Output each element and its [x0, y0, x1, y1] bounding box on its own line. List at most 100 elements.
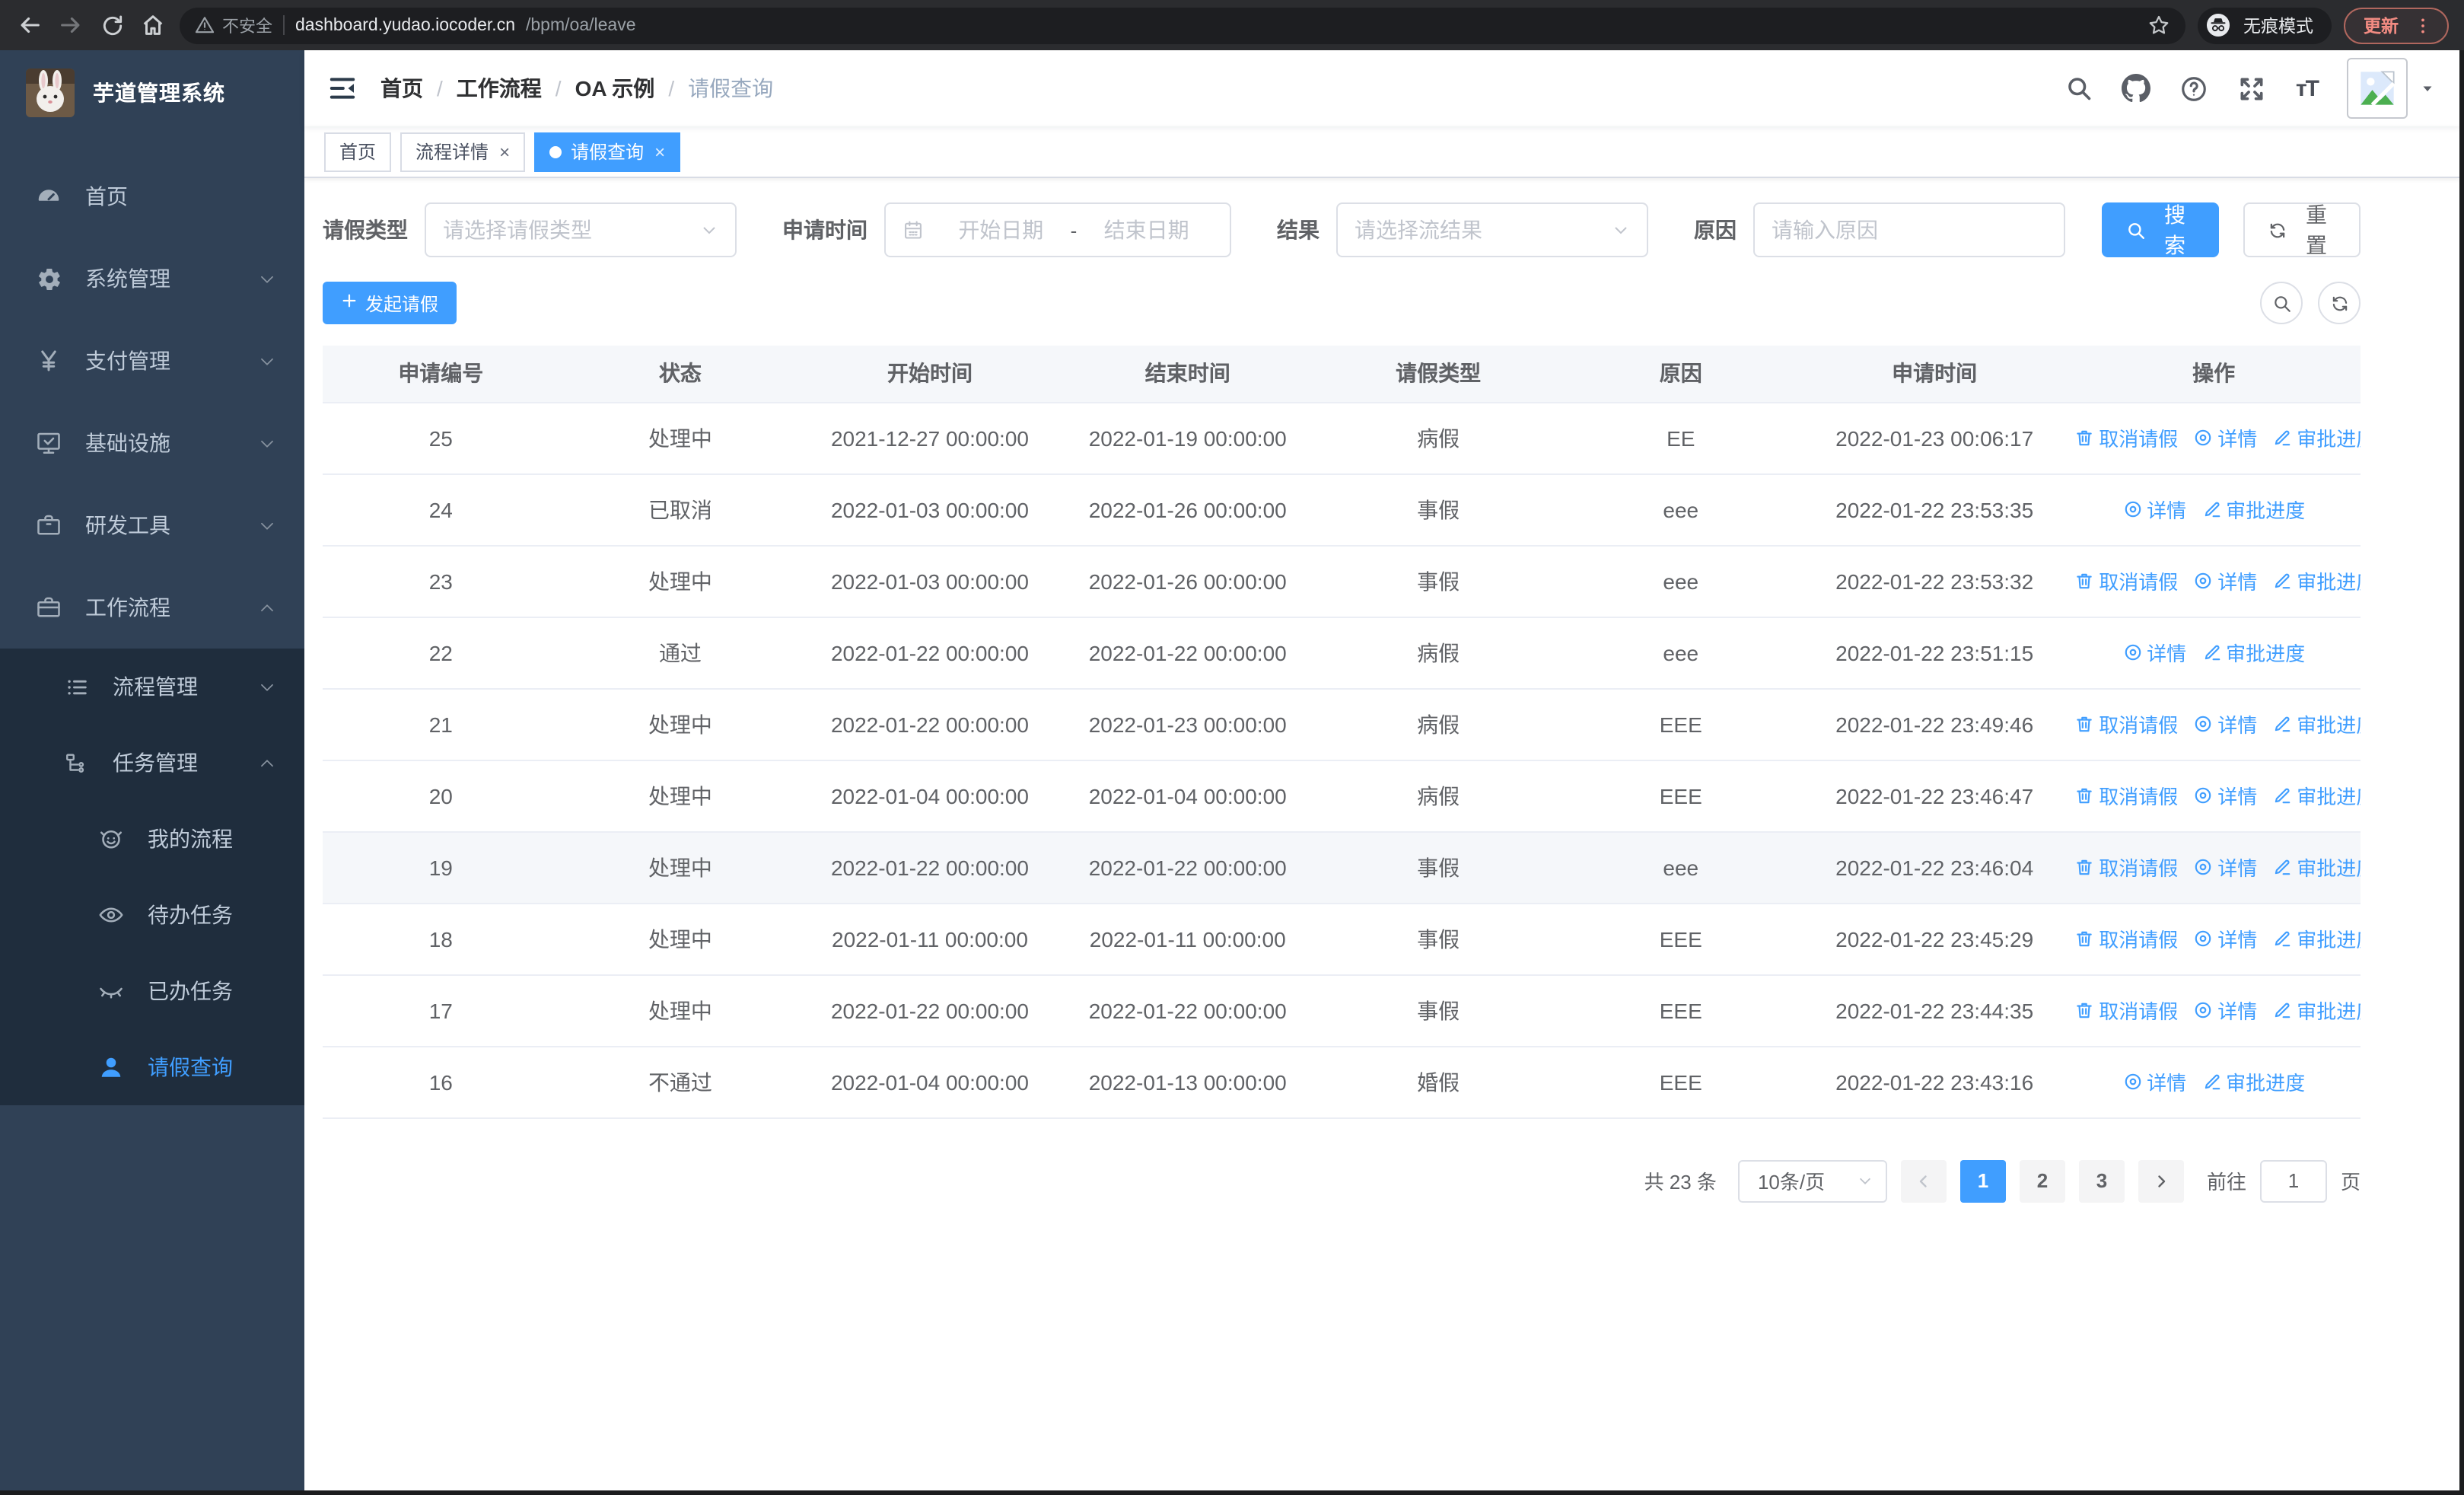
app-logo[interactable]: 芋道管理系统: [0, 50, 304, 134]
cancel-action-link[interactable]: 取消请假: [2074, 924, 2178, 953]
sidebar-item-4[interactable]: 研发工具: [0, 484, 304, 566]
cell-reason: EEE: [1559, 760, 1803, 832]
table-row: 16 不通过 2022-01-04 00:00:00 2022-01-13 00:00…: [323, 1046, 2361, 1118]
leave-type-select[interactable]: [425, 202, 737, 257]
reason-input[interactable]: [1772, 218, 2047, 242]
progress-action-link[interactable]: 审批进度: [2272, 853, 2361, 881]
progress-action-link[interactable]: 审批进度: [2272, 781, 2361, 810]
warning-icon: [195, 15, 215, 35]
close-tab-icon[interactable]: ×: [654, 142, 665, 161]
cell-id: 19: [323, 831, 559, 904]
forward-icon[interactable]: [56, 11, 85, 40]
refresh-table-icon[interactable]: [2318, 282, 2361, 324]
edit-icon: [2201, 1072, 2221, 1092]
cell-reason: eee: [1559, 831, 1803, 904]
sidebar-item-5[interactable]: 工作流程: [0, 566, 304, 649]
sidebar-item-6[interactable]: 流程管理: [0, 649, 304, 725]
update-button[interactable]: 更新: [2344, 7, 2449, 43]
url-bar[interactable]: 不安全 dashboard.yudao.iocoder.cn/bpm/oa/le…: [180, 7, 2185, 43]
breadcrumb-item-1[interactable]: 工作流程: [457, 73, 542, 104]
progress-action-link[interactable]: 审批进度: [2201, 1067, 2305, 1096]
leave-type-select-input[interactable]: [443, 218, 691, 242]
detail-action-link[interactable]: 详情: [2193, 781, 2257, 810]
search-icon[interactable]: [2064, 74, 2093, 103]
view-icon: [2193, 1000, 2213, 1020]
sidebar-item-2[interactable]: 支付管理: [0, 320, 304, 402]
detail-action-link[interactable]: 详情: [2193, 996, 2257, 1025]
home-icon[interactable]: [138, 11, 167, 40]
search-button[interactable]: 搜索: [2102, 202, 2219, 257]
detail-action-link[interactable]: 详情: [2193, 566, 2257, 595]
progress-action-link[interactable]: 审批进度: [2272, 709, 2361, 738]
github-icon[interactable]: [2122, 74, 2151, 103]
close-tab-icon[interactable]: ×: [499, 142, 510, 161]
sidebar-item-7[interactable]: 任务管理: [0, 725, 304, 801]
progress-action-link[interactable]: 审批进度: [2272, 924, 2361, 953]
next-page-button[interactable]: [2138, 1159, 2184, 1202]
cancel-action-link[interactable]: 取消请假: [2074, 996, 2178, 1025]
start-date-input[interactable]: [934, 218, 1068, 242]
action-label: 详情: [2217, 714, 2258, 737]
sidebar-item-0[interactable]: 首页: [0, 155, 304, 237]
tab-0[interactable]: 首页: [324, 132, 392, 171]
cancel-action-link[interactable]: 取消请假: [2074, 423, 2178, 452]
search-toggle-icon[interactable]: [2260, 282, 2303, 324]
cancel-action-link[interactable]: 取消请假: [2074, 709, 2178, 738]
page-button-2[interactable]: 2: [2019, 1159, 2065, 1202]
menu-dots-icon[interactable]: [2412, 14, 2434, 36]
detail-action-link[interactable]: 详情: [2193, 709, 2257, 738]
bookmark-star-icon[interactable]: [2147, 14, 2170, 37]
result-select-input[interactable]: [1355, 218, 1603, 242]
reload-icon[interactable]: [97, 11, 126, 40]
sidebar-item-8[interactable]: 我的流程: [0, 801, 304, 877]
user-avatar-menu[interactable]: [2347, 58, 2437, 119]
create-leave-button[interactable]: 发起请假: [323, 282, 457, 324]
security-status[interactable]: 不安全: [195, 13, 272, 37]
tab-1[interactable]: 流程详情 ×: [400, 132, 526, 171]
progress-action-link[interactable]: 审批进度: [2201, 495, 2305, 524]
fullscreen-icon[interactable]: [2238, 74, 2267, 103]
detail-action-link[interactable]: 详情: [2193, 853, 2257, 881]
sidebar-item-9[interactable]: 待办任务: [0, 877, 304, 953]
sidebar-item-1[interactable]: 系统管理: [0, 237, 304, 320]
page-button-1[interactable]: 1: [1959, 1159, 2006, 1202]
detail-action-link[interactable]: 详情: [2122, 638, 2186, 667]
page-button-3[interactable]: 3: [2078, 1159, 2125, 1202]
cancel-action-link[interactable]: 取消请假: [2074, 566, 2178, 595]
chevron-down-icon: [1612, 221, 1630, 239]
cancel-action-link[interactable]: 取消请假: [2074, 781, 2178, 810]
sidebar-fold-icon[interactable]: [327, 73, 358, 104]
detail-action-link[interactable]: 详情: [2193, 423, 2257, 452]
reset-button[interactable]: 重置: [2243, 202, 2361, 257]
breadcrumb-item-0[interactable]: 首页: [380, 73, 423, 104]
sidebar-item-11[interactable]: 请假查询: [0, 1029, 304, 1105]
cell-applied: 2022-01-22 23:53:32: [1802, 545, 2068, 617]
action-label: 详情: [2217, 929, 2258, 952]
cancel-action-link[interactable]: 取消请假: [2074, 853, 2178, 881]
breadcrumb-item-2[interactable]: OA 示例: [575, 73, 655, 104]
progress-action-link[interactable]: 审批进度: [2272, 423, 2361, 452]
incognito-label: 无痕模式: [2243, 18, 2313, 36]
leave-type-label: 请假类型: [323, 218, 408, 242]
sidebar-item-10[interactable]: 已办任务: [0, 953, 304, 1029]
apply-time-range-picker[interactable]: -: [884, 202, 1231, 257]
prev-page-button[interactable]: [1900, 1159, 1947, 1202]
tab-2[interactable]: 请假查询 ×: [534, 132, 681, 171]
back-icon[interactable]: [15, 11, 44, 40]
app-title: 芋道管理系统: [93, 80, 225, 104]
progress-action-link[interactable]: 审批进度: [2272, 996, 2361, 1025]
result-select[interactable]: [1336, 202, 1648, 257]
progress-action-link[interactable]: 审批进度: [2201, 638, 2305, 667]
progress-action-link[interactable]: 审批进度: [2272, 566, 2361, 595]
help-icon[interactable]: [2180, 74, 2209, 103]
page-size-select[interactable]: 10条/页: [1737, 1159, 1887, 1202]
font-size-icon[interactable]: тT: [2296, 75, 2319, 101]
goto-page-input[interactable]: [2259, 1159, 2327, 1202]
detail-action-link[interactable]: 详情: [2122, 1067, 2186, 1096]
detail-action-link[interactable]: 详情: [2193, 924, 2257, 953]
end-date-input[interactable]: [1080, 218, 1213, 242]
reason-input-wrap[interactable]: [1753, 202, 2065, 257]
cell-applied: 2022-01-22 23:53:35: [1802, 473, 2068, 546]
sidebar-item-3[interactable]: 基础设施: [0, 402, 304, 484]
detail-action-link[interactable]: 详情: [2122, 495, 2186, 524]
